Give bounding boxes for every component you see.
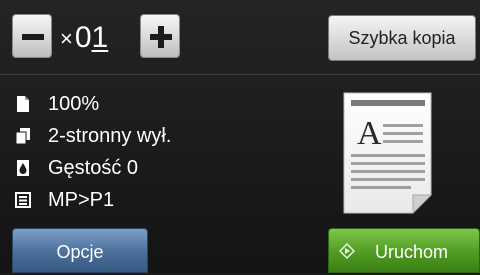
setting-tray: MP>P1 <box>14 186 314 214</box>
setting-duplex-label: 2-stronny wył. <box>48 125 172 147</box>
tray-icon <box>15 192 31 208</box>
top-bar: ×01 Szybka kopia <box>0 0 480 84</box>
top-divider <box>0 74 480 75</box>
setting-zoom-label: 100% <box>48 93 100 115</box>
quick-copy-button[interactable]: Szybka kopia <box>328 15 476 61</box>
times-symbol: × <box>60 26 73 51</box>
setting-density-label: Gęstość 0 <box>48 157 139 179</box>
start-button[interactable]: Uruchom <box>328 228 480 273</box>
start-diamond-icon <box>339 243 355 259</box>
quick-copy-label: Szybka kopia <box>348 28 456 48</box>
decrease-copies-button[interactable] <box>12 14 52 58</box>
options-button[interactable]: Opcje <box>12 228 148 273</box>
setting-density: Gęstość 0 <box>14 154 314 182</box>
preview-letter: A <box>357 115 382 152</box>
duplex-icon <box>15 128 30 145</box>
increase-copies-button[interactable] <box>140 14 180 58</box>
setting-tray-label: MP>P1 <box>48 189 115 211</box>
copy-screen: ×01 Szybka kopia 100% 2-stronny wył. Gęs… <box>0 0 480 273</box>
copy-count-ones: 1 <box>91 21 109 54</box>
start-label: Uruchom <box>375 242 449 262</box>
minus-icon <box>22 34 44 40</box>
setting-zoom: 100% <box>14 90 314 118</box>
page-icon <box>17 96 29 112</box>
options-label: Opcje <box>56 242 104 262</box>
density-drop-icon <box>17 160 29 176</box>
copy-count-tens: 0 <box>74 21 92 54</box>
copy-count-display: ×01 <box>60 18 108 58</box>
copy-preview-page: A <box>343 92 433 214</box>
setting-duplex: 2-stronny wył. <box>14 122 314 150</box>
